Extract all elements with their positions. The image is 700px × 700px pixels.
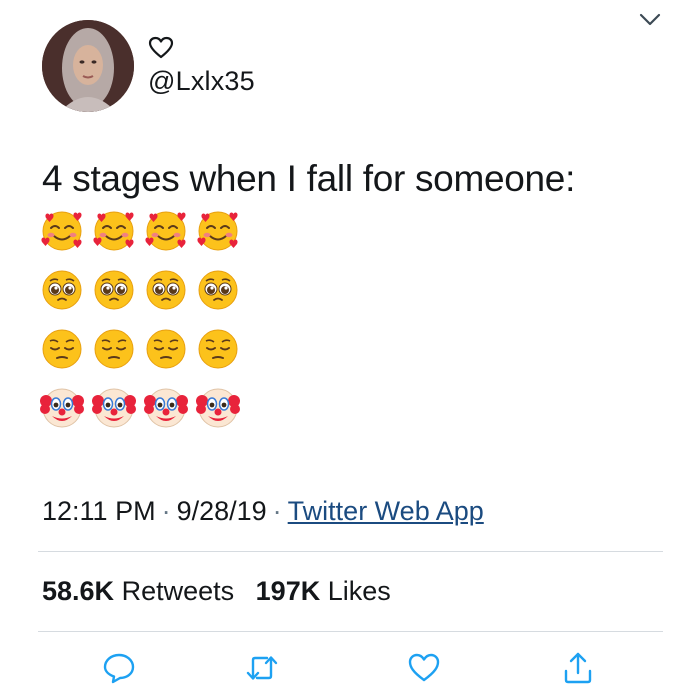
meta-separator: ·: [161, 496, 171, 526]
pensive-face-emoji-icon: [42, 329, 82, 369]
smiling-face-with-hearts-emoji-icon: [93, 211, 134, 251]
divider: [38, 551, 663, 552]
pleading-face-emoji-icon: [146, 270, 186, 310]
smiling-face-with-hearts-emoji-icon: [197, 211, 238, 251]
pleading-face-emoji-icon: [94, 270, 134, 310]
tweet-meta: 12:11 PM · 9/28/19 · Twitter Web App: [42, 496, 484, 527]
retweet-icon[interactable]: [245, 651, 279, 685]
chevron-down-icon[interactable]: [636, 8, 664, 32]
clown-face-emoji-icon: [40, 388, 84, 428]
pensive-face-emoji-icon: [146, 329, 186, 369]
likes-count[interactable]: 197K: [256, 576, 321, 606]
user-handle[interactable]: @Lxlx35: [148, 66, 255, 97]
avatar[interactable]: [42, 20, 134, 112]
pleading-face-emoji-icon: [42, 270, 82, 310]
likes-label[interactable]: Likes: [328, 576, 391, 606]
tweet-time: 12:11 PM: [42, 496, 156, 526]
pleading-face-emoji-icon: [198, 270, 238, 310]
meta-separator: ·: [272, 496, 282, 526]
tweet-text: 4 stages when I fall for someone:: [42, 158, 576, 199]
reply-icon[interactable]: [102, 651, 136, 685]
divider: [38, 631, 663, 632]
share-icon[interactable]: [561, 651, 595, 685]
smiling-face-with-hearts-emoji-icon: [41, 211, 82, 251]
pensive-face-emoji-icon: [198, 329, 238, 369]
retweets-label[interactable]: Retweets: [122, 576, 235, 606]
tweet-stats: 58.6K Retweets 197K Likes: [42, 576, 391, 607]
like-icon[interactable]: [407, 651, 441, 685]
emoji-grid: [40, 208, 240, 428]
clown-face-emoji-icon: [144, 388, 188, 428]
smiling-face-with-hearts-emoji-icon: [145, 211, 186, 251]
pensive-face-emoji-icon: [94, 329, 134, 369]
clown-face-emoji-icon: [92, 388, 136, 428]
retweets-count[interactable]: 58.6K: [42, 576, 114, 606]
source-app-link[interactable]: Twitter Web App: [288, 496, 484, 526]
clown-face-emoji-icon: [196, 388, 240, 428]
tweet-date: 9/28/19: [176, 496, 267, 526]
heart-outline-icon: [148, 36, 174, 59]
